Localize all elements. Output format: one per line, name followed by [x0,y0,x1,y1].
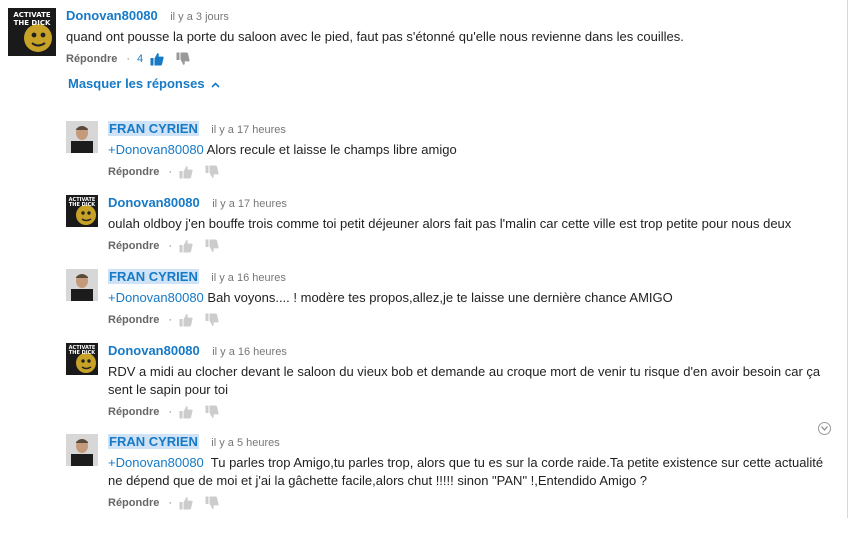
hide-replies-label: Masquer les réponses [68,76,205,91]
comment-timestamp[interactable]: il y a 17 heures [212,198,287,210]
comment-text: +Donovan80080 Tu parles trop Amigo,tu pa… [108,454,836,490]
separator-dot: · [168,497,173,509]
reply-button[interactable]: Répondre [108,240,159,252]
avatar[interactable]: ACTIVATE THE DICK [66,343,98,375]
avatar[interactable]: ACTIVATE THE DICK [66,195,98,227]
comment-text: quand ont pousse la porte du saloon avec… [66,29,684,44]
comment-text: +Donovan80080 Bah voyons.... ! modère te… [108,289,836,307]
dislike-button[interactable] [205,405,219,419]
thumbs-down-icon [205,165,219,178]
separator-dot: · [126,53,131,65]
thumbs-up-icon [150,53,164,66]
avatar-text: THE DICK [14,19,51,27]
like-button[interactable] [179,405,193,419]
comment-text: oulah oldboy j'en bouffe trois comme toi… [108,216,792,231]
separator-dot: · [168,240,173,252]
comment-text: +Donovan80080 Alors recule et laisse le … [108,141,836,159]
comment-body: Alors recule et laisse le champs libre a… [203,142,457,157]
like-button[interactable] [179,239,193,253]
reply-button[interactable]: Répondre [108,314,159,326]
avatar[interactable]: ACTIVATE THE DICK [8,8,56,56]
comment-author[interactable]: Donovan80080 [108,195,200,210]
hide-replies-toggle[interactable]: Masquer les réponses [68,76,220,92]
like-button[interactable] [150,52,164,66]
avatar-text: THE DICK [69,202,96,208]
like-count: 4 [137,53,144,65]
reply-button[interactable]: Répondre [108,497,159,509]
thumbs-down-icon [205,313,219,326]
comment-author[interactable]: Donovan80080 [66,8,158,23]
comment-timestamp[interactable]: il y a 16 heures [211,272,286,284]
thumbs-down-icon [205,496,219,509]
avatar[interactable] [66,434,98,466]
chevron-up-icon [210,81,220,88]
thumbs-up-icon [179,406,193,419]
like-button[interactable] [179,313,193,327]
like-button[interactable] [179,165,193,179]
thumbs-up-icon [179,166,193,179]
thumbs-up-icon [179,497,193,510]
mention-link[interactable]: +Donovan80080 [108,290,204,305]
separator-dot: · [168,166,173,178]
comment-author[interactable]: Donovan80080 [108,343,200,358]
mention-link[interactable]: +Donovan80080 [108,455,204,470]
thumbs-down-icon [205,405,219,418]
dislike-button[interactable] [205,165,219,179]
avatar[interactable] [66,121,98,153]
dislike-button[interactable] [176,52,190,66]
comment-timestamp[interactable]: il y a 5 heures [211,437,279,449]
dislike-button[interactable] [205,496,219,510]
avatar-text: THE DICK [69,350,96,356]
reply-button[interactable]: Répondre [108,406,159,418]
right-divider [847,0,848,518]
reply-button[interactable]: Répondre [108,166,159,178]
comment-options-button[interactable] [818,422,831,435]
reply-button[interactable]: Répondre [66,53,117,65]
separator-dot: · [168,314,173,326]
comment-author[interactable]: FRAN CYRIEN [108,434,199,449]
dislike-button[interactable] [205,313,219,327]
comment-author[interactable]: FRAN CYRIEN [108,269,199,284]
thumbs-down-icon [205,239,219,252]
comment-timestamp[interactable]: il y a 16 heures [212,346,287,358]
comment-text: RDV a midi au clocher devant le saloon d… [108,364,821,397]
chevron-down-icon [821,426,828,431]
comment-author[interactable]: FRAN CYRIEN [108,121,199,136]
avatar[interactable] [66,269,98,301]
separator-dot: · [168,406,173,418]
avatar-text: ACTIVATE [13,11,51,19]
mention-link[interactable]: +Donovan80080 [108,142,204,157]
comment-timestamp[interactable]: il y a 17 heures [211,124,286,136]
comment-body: Bah voyons.... ! modère tes propos,allez… [203,290,673,305]
comment-body: Tu parles trop Amigo,tu parles trop, alo… [108,455,827,488]
dislike-button[interactable] [205,239,219,253]
comment-timestamp[interactable]: il y a 3 jours [170,11,229,23]
thumbs-down-icon [176,52,190,65]
like-button[interactable] [179,496,193,510]
thumbs-up-icon [179,240,193,253]
thumbs-up-icon [179,314,193,327]
